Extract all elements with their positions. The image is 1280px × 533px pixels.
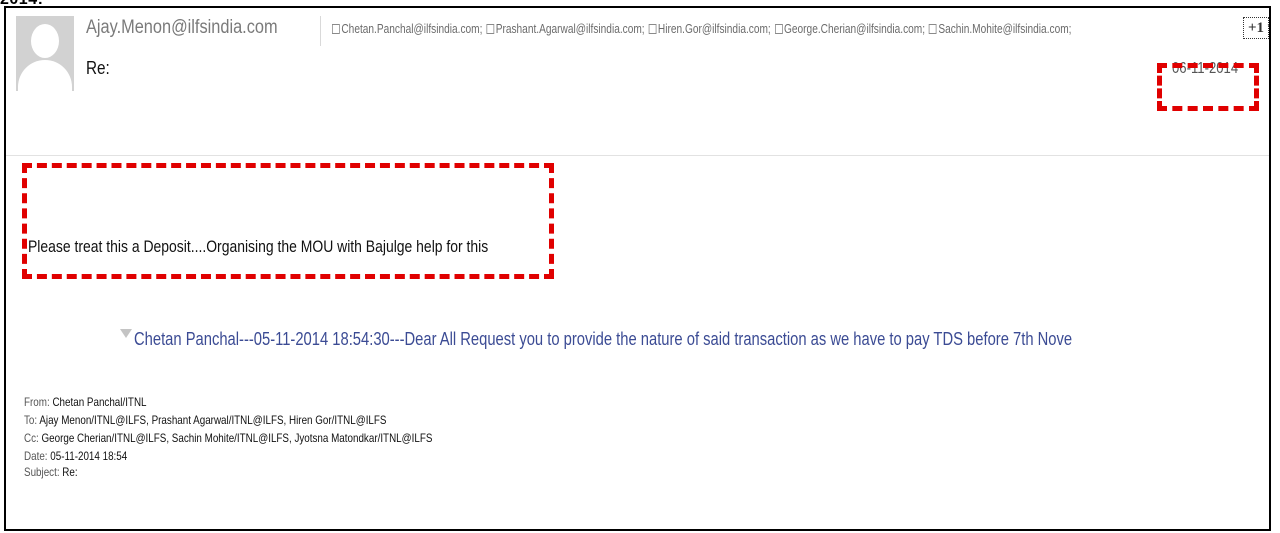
cc-value: George Cherian/ITNL@ILFS, Sachin Mohite/…: [41, 431, 433, 445]
dropdown-caret-icon[interactable]: ▼: [1266, 22, 1269, 31]
to-value: Ajay Menon/ITNL@ILFS, Prashant Agarwal/I…: [39, 413, 387, 427]
recipient-address: George.Cherian@ilfsindia.com;: [784, 21, 926, 36]
quoted-cc-line: Cc: George Cherian/ITNL@ILFS, Sachin Moh…: [24, 431, 432, 445]
recipient-checkbox-icon: [928, 23, 937, 34]
recipient-checkbox-icon: [648, 23, 657, 34]
email-view: Ajay.Menon@ilfsindia.com Chetan.Panchal@…: [4, 6, 1271, 531]
recipient-address: Sachin.Mohite@ilfsindia.com;: [938, 21, 1072, 36]
recipient-address: Prashant.Agarwal@ilfsindia.com;: [495, 21, 645, 36]
recipient-item[interactable]: George.Cherian@ilfsindia.com;: [774, 21, 926, 36]
recipient-list: Chetan.Panchal@ilfsindia.com; Prashant.A…: [332, 21, 1075, 36]
to-label: To:: [24, 413, 38, 427]
quoted-subject-line: Subject: Re:: [24, 465, 78, 479]
recipient-item[interactable]: Prashant.Agarwal@ilfsindia.com;: [486, 21, 645, 36]
recipient-checkbox-icon: [486, 23, 495, 34]
quoted-to-line: To: Ajay Menon/ITNL@ILFS, Prashant Agarw…: [24, 413, 386, 427]
recipient-item[interactable]: Sachin.Mohite@ilfsindia.com;: [928, 21, 1072, 36]
header-divider: [6, 155, 1269, 156]
recipient-checkbox-icon: [774, 23, 783, 34]
email-subject: Re:: [86, 58, 110, 78]
recipient-address: Chetan.Panchal@ilfsindia.com;: [341, 21, 483, 36]
avatar-icon: [16, 16, 74, 91]
recipient-checkbox-icon: [332, 23, 340, 34]
avatar-body: [18, 60, 72, 91]
date-value: 05-11-2014 18:54: [50, 449, 128, 463]
email-body-text: Please treat this a Deposit....Organisin…: [28, 237, 489, 256]
subject-label: Subject:: [24, 465, 60, 479]
collapse-triangle-icon[interactable]: [120, 329, 132, 338]
thread-summary-link[interactable]: Chetan Panchal---05-11-2014 18:54:30---D…: [134, 329, 1072, 350]
recipient-item[interactable]: Hiren.Gor@ilfsindia.com;: [648, 21, 771, 36]
from-value: Chetan Panchal/ITNL: [52, 395, 147, 409]
body-highlight-box: [22, 163, 554, 279]
quoted-from-line: From: Chetan Panchal/ITNL: [24, 395, 147, 409]
sender-address[interactable]: Ajay.Menon@ilfsindia.com: [86, 17, 278, 39]
recipient-item[interactable]: Chetan.Panchal@ilfsindia.com;: [332, 21, 482, 36]
date-highlight-box: [1157, 63, 1259, 111]
subject-value: Re:: [62, 465, 78, 479]
cc-label: Cc:: [24, 431, 39, 445]
date-label: Date:: [24, 449, 48, 463]
header-separator: [320, 16, 321, 46]
from-label: From:: [24, 395, 50, 409]
quoted-date-line: Date: 05-11-2014 18:54: [24, 449, 127, 463]
avatar-head: [31, 24, 59, 58]
recipient-address: Hiren.Gor@ilfsindia.com;: [657, 21, 771, 36]
